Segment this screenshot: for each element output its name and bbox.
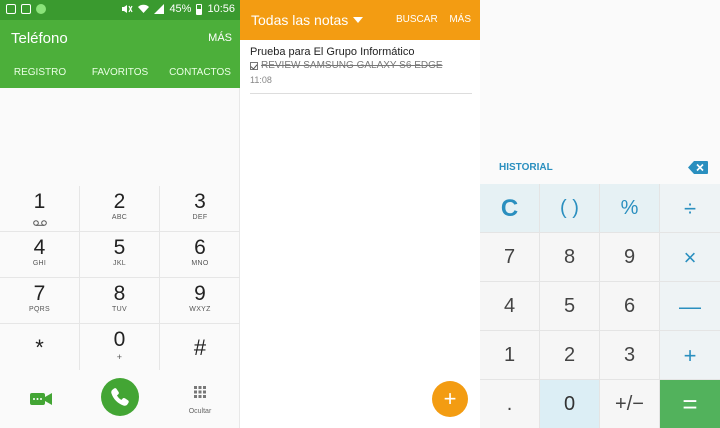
mute-icon — [122, 5, 133, 13]
calc-key-9[interactable]: 9 — [600, 233, 660, 282]
calc-key-decimal[interactable]: . — [480, 380, 540, 428]
dial-key-5[interactable]: 5 JKL — [80, 232, 160, 278]
app-notification-icon — [36, 4, 46, 14]
history-button[interactable]: HISTORIAL — [499, 162, 553, 173]
search-button[interactable]: BUSCAR — [396, 14, 438, 25]
image-notification-icon — [21, 4, 31, 14]
caret-down-icon — [353, 17, 364, 23]
phone-app-bar: Teléfono MÁS REGISTRO FAVORITOS CONTACTO… — [0, 20, 240, 88]
phone-icon — [111, 388, 129, 406]
video-call-icon[interactable] — [30, 392, 52, 406]
note-timestamp: 11:08 — [250, 75, 272, 85]
notes-title: Todas las notas — [251, 12, 349, 28]
status-bar: 45% 10:56 — [0, 0, 240, 20]
calc-key-parentheses[interactable]: ( ) — [540, 184, 600, 233]
calc-key-3[interactable]: 3 — [600, 331, 660, 380]
keypad-grid-icon[interactable] — [190, 386, 210, 400]
note-task: REVIEW SAMSUNG GALAXY S6 EDGE — [261, 60, 443, 71]
dialpad: 1 2 ABC 3 DEF 4 GHI 5 JKL 6 MNO 7 PQRS 8 — [0, 186, 240, 370]
calc-key-7[interactable]: 7 — [480, 233, 540, 282]
checkbox-checked-icon — [250, 61, 258, 70]
notes-filter-dropdown[interactable]: Todas las notas — [251, 12, 364, 28]
calc-key-plus[interactable]: + — [660, 331, 720, 380]
note-title: Prueba para El Grupo Informático — [250, 46, 415, 58]
add-note-button[interactable]: + — [432, 381, 468, 417]
tab-registro[interactable]: REGISTRO — [0, 62, 80, 88]
phone-more-button[interactable]: MÁS — [208, 32, 232, 44]
page-title: Teléfono — [11, 30, 68, 47]
calc-key-2[interactable]: 2 — [540, 331, 600, 380]
phone-app: 45% 10:56 Teléfono MÁS REGISTRO FAVORITO… — [0, 0, 240, 428]
dial-key-star[interactable]: * — [0, 324, 80, 370]
notes-app-bar: Todas las notas BUSCAR MÁS — [240, 0, 480, 40]
battery-percent: 45% — [169, 3, 192, 15]
notes-app: Todas las notas BUSCAR MÁS Prueba para E… — [240, 0, 480, 428]
calc-key-percent[interactable]: % — [600, 184, 660, 233]
calc-key-equals[interactable]: = — [660, 380, 720, 428]
gallery-notification-icon — [6, 4, 16, 14]
calc-key-0[interactable]: 0 — [540, 380, 600, 428]
calc-key-divide[interactable]: ÷ — [660, 184, 720, 233]
calc-key-5[interactable]: 5 — [540, 282, 600, 331]
wifi-icon — [138, 4, 150, 13]
dial-key-3[interactable]: 3 DEF — [160, 186, 240, 232]
calc-key-minus[interactable]: — — [660, 282, 720, 331]
dial-key-9[interactable]: 9 WXYZ — [160, 278, 240, 324]
calc-key-clear[interactable]: C — [480, 184, 540, 233]
calc-key-1[interactable]: 1 — [480, 331, 540, 380]
dial-key-2[interactable]: 2 ABC — [80, 186, 160, 232]
calc-key-8[interactable]: 8 — [540, 233, 600, 282]
calculator-app: HISTORIAL C( )% ÷ 7 8 9 × 4 5 6— 1 2 3 +. 0 +/− = — [480, 0, 720, 428]
list-item[interactable]: Prueba para El Grupo Informático REVIEW … — [250, 46, 472, 94]
dial-key-0[interactable]: 0 + — [80, 324, 160, 370]
calc-key-4[interactable]: 4 — [480, 282, 540, 331]
tab-favoritos[interactable]: FAVORITOS — [80, 62, 160, 88]
call-button[interactable] — [101, 378, 139, 416]
hide-keypad-label[interactable]: Ocultar — [180, 408, 220, 415]
voicemail-icon — [32, 220, 47, 226]
notes-more-button[interactable]: MÁS — [449, 14, 471, 25]
dial-key-1[interactable]: 1 — [0, 186, 80, 232]
battery-icon — [196, 3, 203, 15]
phone-bottom-bar: Ocultar — [0, 370, 240, 428]
backspace-icon[interactable] — [688, 161, 708, 174]
dial-key-4[interactable]: 4 GHI — [0, 232, 80, 278]
dial-key-8[interactable]: 8 TUV — [80, 278, 160, 324]
calc-key-multiply[interactable]: × — [660, 233, 720, 282]
signal-icon — [154, 4, 165, 14]
dial-key-6[interactable]: 6 MNO — [160, 232, 240, 278]
dial-key-7[interactable]: 7 PQRS — [0, 278, 80, 324]
calc-key-6[interactable]: 6 — [600, 282, 660, 331]
phone-tabs: REGISTRO FAVORITOS CONTACTOS — [0, 62, 240, 88]
tab-contactos[interactable]: CONTACTOS — [160, 62, 240, 88]
clock: 10:56 — [207, 3, 235, 15]
dial-key-hash[interactable]: # — [160, 324, 240, 370]
calculator-keypad: C( )% ÷ 7 8 9 × 4 5 6— 1 2 3 +. 0 +/− = — [480, 184, 720, 428]
calc-key-plus-minus[interactable]: +/− — [600, 380, 660, 428]
